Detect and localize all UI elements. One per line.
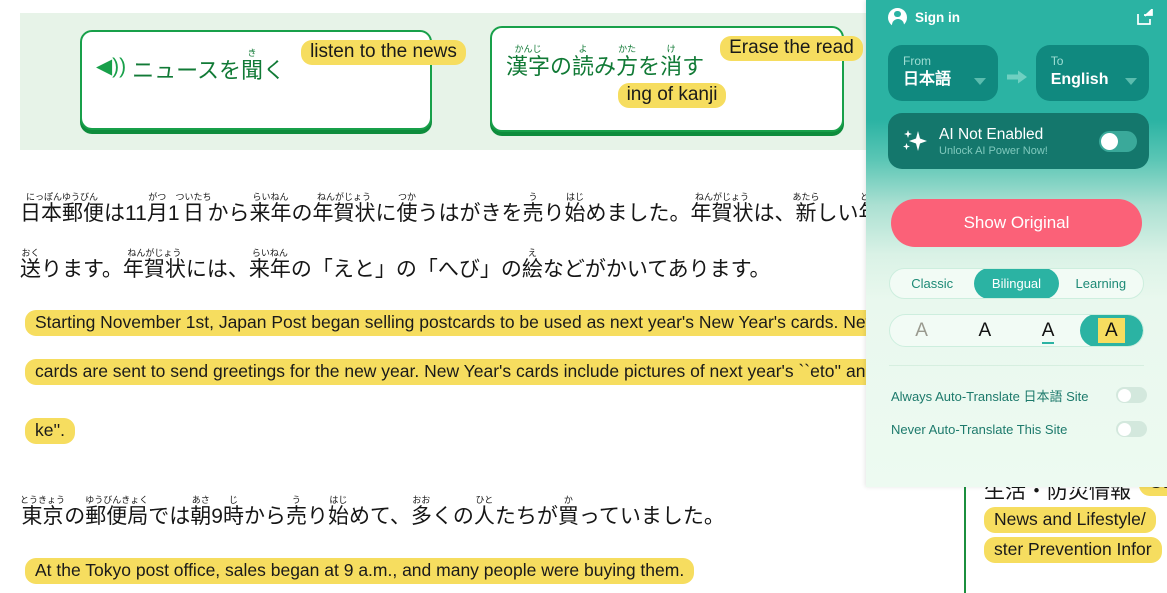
panel-divider	[889, 365, 1144, 366]
show-original-button[interactable]: Show Original	[891, 199, 1142, 247]
style-segmented-control: A A A A	[889, 314, 1144, 347]
paragraph-1-translation-line-3-wrap: ke''.	[25, 418, 76, 444]
paragraph-1-translation-line-3: ke''.	[25, 418, 76, 444]
erase-button-translation-line2: ing of kanji	[617, 83, 727, 109]
option-always-auto-translate-toggle[interactable]	[1116, 387, 1147, 403]
paragraph-1-translation-line-1-wrap: Starting November 1st, Japan Post began …	[25, 310, 913, 336]
style-option-plain[interactable]: A	[953, 315, 1016, 346]
listen-button-translation: listen to the news	[301, 40, 466, 65]
style-option-highlight[interactable]: A	[1079, 315, 1143, 346]
page-root: ◀)) ニュースを 聞きく listen to the news 漢字かんじの …	[0, 0, 1167, 593]
option-always-auto-translate[interactable]: Always Auto-Translate 日本語 Site	[891, 378, 1147, 412]
paragraph-3-translation: At the Tokyo post office, sales began at…	[25, 558, 695, 584]
ai-card-subtitle: Unlock AI Power Now!	[939, 144, 1048, 157]
paragraph-3-translation-wrap: At the Tokyo post office, sales began at…	[25, 558, 695, 584]
paragraph-1-translation-line-2: cards are sent to send greetings for the…	[25, 359, 902, 385]
listen-to-news-button[interactable]: ◀)) ニュースを 聞きく listen to the news	[80, 30, 466, 130]
source-language-label: From	[903, 54, 931, 68]
style-option-plain-label: A	[978, 320, 992, 341]
style-option-gray[interactable]: A	[890, 315, 953, 346]
ai-enable-toggle[interactable]	[1099, 130, 1137, 152]
erase-button-translation: Erase the read	[720, 36, 863, 61]
style-option-highlight-label: A	[1098, 318, 1125, 343]
option-never-auto-translate-label: Never Auto-Translate This Site	[891, 421, 1068, 437]
ai-card-title: AI Not Enabled	[939, 125, 1044, 143]
ai-card-texts: AI Not Enabled Unlock AI Power Now!	[939, 125, 1088, 158]
paragraph-1-translation-line-1: Starting November 1st, Japan Post began …	[25, 310, 913, 336]
style-option-dashed-underline[interactable]: A	[1017, 315, 1080, 346]
user-avatar-icon	[888, 7, 907, 27]
paragraph-1-translation-line-2-wrap: cards are sent to send greetings for the…	[25, 359, 902, 385]
sidebar-translation-line-2: News and Lifestyle/	[984, 507, 1156, 534]
style-option-dashed-underline-label: A	[1041, 320, 1055, 344]
sidebar-translation-line-2-wrap: News and Lifestyle/	[984, 507, 1167, 534]
mode-tab-bilingual[interactable]: Bilingual	[974, 269, 1059, 298]
sidebar-translation-line-3-wrap: ster Prevention Infor	[984, 537, 1167, 564]
mode-segmented-control: Classic Bilingual Learning	[889, 268, 1144, 299]
erase-furigana-button[interactable]: 漢字かんじの 読よみ 方かたを 消けす Erase the read ing o…	[490, 26, 863, 132]
mode-tab-classic[interactable]: Classic	[890, 269, 974, 298]
erase-button-jp-label: 漢字かんじの 読よみ 方かたを 消けす	[506, 44, 705, 79]
option-always-auto-translate-label: Always Auto-Translate 日本語 Site	[891, 388, 1089, 404]
sign-in-button[interactable]: Sign in	[888, 7, 960, 27]
style-option-gray-label: A	[915, 320, 928, 341]
source-language-value: 日本語	[903, 71, 952, 88]
paragraph-3-jp: 東京とうきょうの郵便局ゆうびんきょくでは朝あさ9時じから売うり始はじめて、多おお…	[20, 495, 725, 529]
sign-in-label: Sign in	[915, 9, 960, 25]
sidebar-translation-line-3: ster Prevention Infor	[984, 537, 1162, 564]
source-language-select[interactable]: From 日本語	[888, 45, 998, 101]
sparkle-icon	[902, 128, 928, 154]
mode-tab-learning[interactable]: Learning	[1059, 269, 1143, 298]
option-never-auto-translate-toggle[interactable]	[1116, 421, 1147, 437]
share-icon[interactable]	[1135, 7, 1155, 27]
option-never-auto-translate[interactable]: Never Auto-Translate This Site	[891, 412, 1147, 446]
translator-panel: Sign in From 日本語 To English AI Not Enabl…	[866, 0, 1167, 487]
chevron-down-icon	[1125, 78, 1137, 85]
ai-enable-card[interactable]: AI Not Enabled Unlock AI Power Now!	[888, 113, 1149, 169]
chevron-down-icon	[973, 78, 986, 85]
target-language-value: English	[1050, 71, 1109, 88]
target-language-select[interactable]: To English	[1035, 45, 1149, 101]
language-selector-row: From 日本語 To English	[866, 34, 1167, 101]
panel-header: Sign in	[866, 0, 1167, 34]
target-language-label: To	[1050, 54, 1064, 68]
speaker-icon: ◀))	[96, 55, 127, 78]
paragraph-1-jp-line-2: 送おくります。年賀状ねんがじょうには、来年らいねんの「えと」の「へび」の絵えなど…	[20, 248, 771, 282]
listen-button-jp-label: ニュースを 聞きく	[132, 48, 286, 83]
arrow-right-icon	[1005, 67, 1029, 87]
erase-button-translation-line2-wrap: ing of kanji	[506, 83, 828, 109]
sidebar-section: 生活せいかつ・防災情報ぼうさいじょうほう Gako News and Lifes…	[964, 470, 1167, 593]
